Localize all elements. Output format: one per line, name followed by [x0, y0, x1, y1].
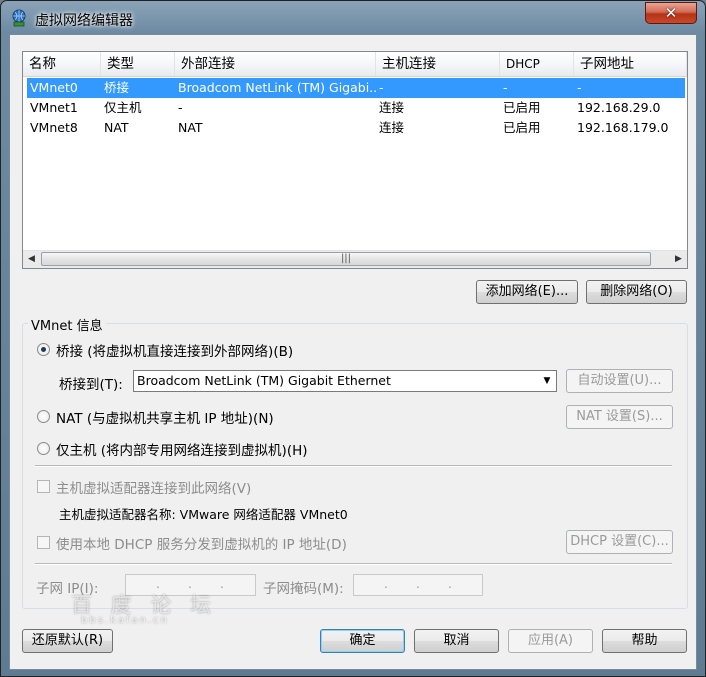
cell-dhcp: 已启用	[503, 120, 541, 135]
column-header-name[interactable]: 名称	[23, 52, 101, 76]
table-row[interactable]: VMnet1 仅主机 - 连接 已启用 192.168.29.0	[27, 98, 685, 118]
cell-external: Broadcom NetLink (TM) Gigabi...	[178, 80, 376, 95]
apply-button[interactable]: 应用(A)	[508, 629, 593, 653]
bridge-to-select[interactable]: Broadcom NetLink (TM) Gigabit Ethernet ▼	[133, 370, 557, 392]
cell-subnet: -	[577, 80, 582, 95]
connect-adapter-label[interactable]: 主机虚拟适配器连接到此网络(V)	[56, 477, 251, 497]
dhcp-checkbox[interactable]	[37, 536, 50, 549]
cell-external: -	[178, 100, 183, 115]
bridge-to-label: 桥接到(T):	[59, 377, 123, 393]
bridge-radio-label[interactable]: 桥接 (将虚拟机直接连接到外部网络)(B)	[56, 340, 293, 360]
cell-dhcp: -	[503, 80, 508, 95]
horizontal-scrollbar[interactable]: ◀ ||| ▶	[23, 250, 687, 268]
subnet-mask-input[interactable]: . . .	[353, 574, 483, 596]
cell-name: VMnet8	[30, 120, 78, 135]
grip-icon: |||	[340, 253, 352, 264]
cell-host: -	[379, 80, 384, 95]
network-globe-icon	[12, 9, 26, 27]
cancel-button[interactable]: 取消	[414, 629, 499, 653]
help-button[interactable]: 帮助	[602, 629, 687, 653]
cell-dhcp: 已启用	[503, 100, 541, 115]
scroll-right-icon[interactable]: ▶	[670, 251, 687, 268]
nat-radio[interactable]	[37, 410, 50, 423]
cell-host: 连接	[379, 100, 405, 115]
nat-settings-button[interactable]: NAT 设置(S)...	[566, 405, 673, 429]
nat-radio-label[interactable]: NAT (与虚拟机共享主机 IP 地址)(N)	[56, 407, 274, 427]
restore-defaults-button[interactable]: 还原默认(R)	[22, 629, 113, 653]
column-header-type[interactable]: 类型	[101, 52, 175, 76]
subnet-mask-label: 子网掩码(M):	[263, 581, 344, 597]
close-button[interactable]: ✕	[645, 2, 697, 24]
ok-button[interactable]: 确定	[320, 629, 405, 653]
cell-external: NAT	[178, 120, 203, 135]
network-list[interactable]: 名称 类型 外部连接 主机连接 DHCP 子网地址 VMnet0 桥接 Broa…	[22, 51, 688, 269]
scroll-thumb[interactable]: |||	[41, 252, 651, 266]
column-header-dhcp[interactable]: DHCP	[500, 52, 574, 76]
chevron-down-icon[interactable]: ▼	[540, 371, 554, 391]
scroll-left-icon[interactable]: ◀	[23, 251, 40, 268]
remove-network-button[interactable]: 删除网络(O)	[586, 280, 687, 304]
adapter-name-label: 主机虚拟适配器名称: VMware 网络适配器 VMnet0	[59, 507, 348, 522]
list-header: 名称 类型 外部连接 主机连接 DHCP 子网地址	[23, 52, 687, 77]
ip-dot: .	[448, 577, 452, 591]
auto-settings-button[interactable]: 自动设置(U)...	[566, 369, 673, 393]
cell-name: VMnet1	[30, 100, 78, 115]
dhcp-settings-button[interactable]: DHCP 设置(C)...	[566, 530, 673, 554]
ip-dot: .	[384, 577, 388, 591]
watermark-url: bbs.kafan.cn	[81, 615, 169, 626]
cell-name: VMnet0	[30, 80, 78, 95]
vmnet-info-legend: VMnet 信息	[28, 315, 106, 334]
column-header-subnet[interactable]: 子网地址	[574, 52, 687, 76]
cell-type: 仅主机	[104, 100, 142, 115]
cell-host: 连接	[379, 120, 405, 135]
cell-type: 桥接	[104, 80, 130, 95]
bridge-to-value: Broadcom NetLink (TM) Gigabit Ethernet	[137, 373, 391, 388]
ip-dot: .	[220, 577, 224, 591]
vnet-editor-window: 虚拟网络编辑器 ✕ 名称 类型 外部连接 主机连接 DHCP 子网地址 VMne…	[0, 0, 706, 677]
connect-adapter-checkbox[interactable]	[37, 480, 50, 493]
separator	[35, 465, 672, 467]
separator	[35, 563, 672, 565]
dhcp-check-label[interactable]: 使用本地 DHCP 服务分发到虚拟机的 IP 地址(D)	[56, 533, 347, 553]
window-title: 虚拟网络编辑器	[35, 13, 133, 29]
bridge-radio[interactable]	[37, 343, 50, 356]
add-network-button[interactable]: 添加网络(E)...	[476, 280, 578, 304]
hostonly-radio[interactable]	[37, 442, 50, 455]
cell-type: NAT	[104, 120, 129, 135]
column-header-host[interactable]: 主机连接	[376, 52, 500, 76]
column-header-external[interactable]: 外部连接	[175, 52, 376, 76]
table-row[interactable]: VMnet0 桥接 Broadcom NetLink (TM) Gigabi..…	[27, 78, 685, 98]
table-row[interactable]: VMnet8 NAT NAT 连接 已启用 192.168.179.0	[27, 118, 685, 138]
hostonly-radio-label[interactable]: 仅主机 (将内部专用网络连接到虚拟机)(H)	[56, 439, 308, 459]
dialog-client-area: 名称 类型 外部连接 主机连接 DHCP 子网地址 VMnet0 桥接 Broa…	[9, 34, 697, 670]
cell-subnet: 192.168.179.0	[577, 120, 669, 135]
ip-dot: .	[416, 577, 420, 591]
close-icon: ✕	[664, 4, 678, 22]
title-bar[interactable]: 虚拟网络编辑器 ✕	[1, 1, 705, 35]
cell-subnet: 192.168.29.0	[577, 100, 661, 115]
